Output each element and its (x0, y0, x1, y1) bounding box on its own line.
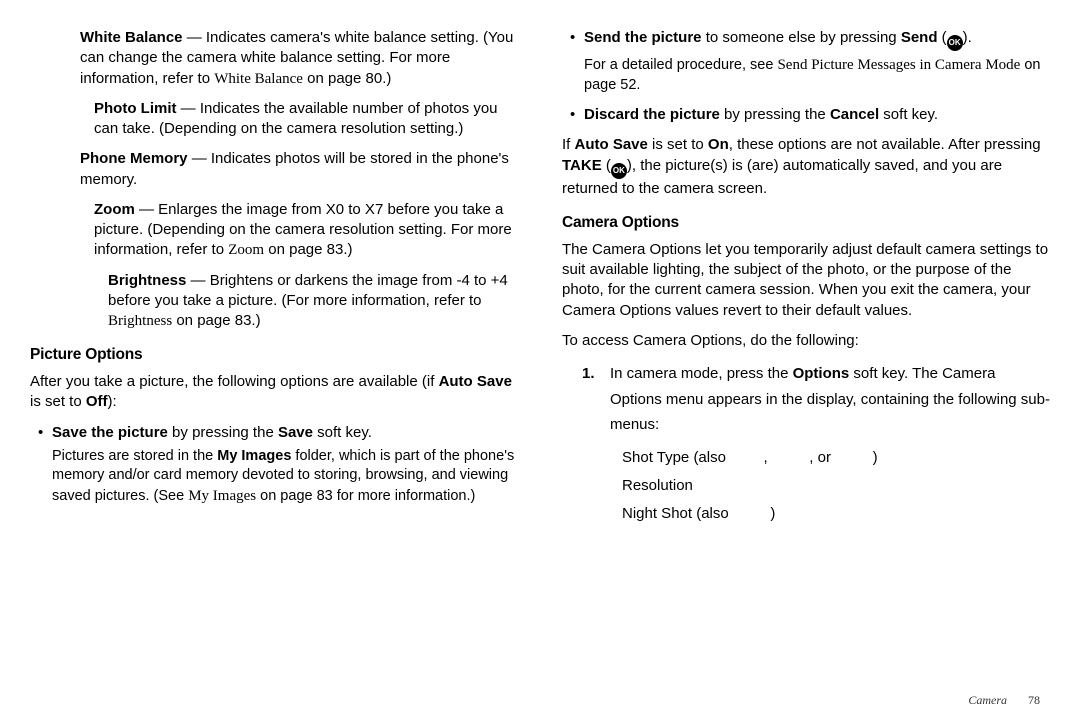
step-1: 1. In camera mode, press the Options sof… (582, 361, 1050, 438)
save-picture-detail: Pictures are stored in the My Images fol… (52, 447, 518, 507)
brightness-item: Brightness — Brightens or darkens the im… (108, 271, 518, 332)
left-column: White Balance — Indicates camera's white… (30, 28, 540, 690)
cross-ref: Zoom (228, 242, 264, 258)
send-picture-detail: For a detailed procedure, see Send Pictu… (584, 55, 1050, 95)
right-column: Send the picture to someone else by pres… (540, 28, 1050, 690)
submenu-list: Shot Type (also , , or ) Resolution Nigh… (622, 448, 1050, 525)
submenu-resolution: Resolution (622, 476, 1050, 496)
page-footer: Camera 78 (968, 692, 1040, 708)
term-label: Brightness (108, 272, 186, 289)
zoom-item: Zoom — Enlarges the image from X0 to X7 … (94, 200, 518, 261)
camera-options-heading: Camera Options (562, 213, 1050, 234)
camera-options-intro: The Camera Options let you temporarily a… (562, 240, 1050, 321)
picture-options-heading: Picture Options (30, 345, 518, 366)
term-tail: on page 80.) (303, 70, 391, 87)
manual-page: White Balance — Indicates camera's white… (0, 0, 1080, 690)
cross-ref: Brightness (108, 313, 172, 329)
term-label: Photo Limit (94, 100, 177, 117)
phone-memory-item: Phone Memory — Indicates photos will be … (80, 149, 518, 190)
photo-limit-item: Photo Limit — Indicates the available nu… (94, 99, 518, 140)
submenu-night-shot: Night Shot (also ) (622, 504, 1050, 524)
term-label: Phone Memory (80, 150, 188, 167)
term-tail: on page 83.) (172, 312, 260, 329)
picture-options-intro: After you take a picture, the following … (30, 372, 518, 413)
white-balance-item: White Balance — Indicates camera's white… (80, 28, 518, 89)
cross-ref: White Balance (214, 71, 303, 87)
ok-icon: OK (611, 163, 627, 179)
send-picture-bullet: Send the picture to someone else by pres… (570, 28, 1050, 51)
submenu-shot-type: Shot Type (also , , or ) (622, 448, 1050, 468)
footer-page-number: 78 (1028, 693, 1040, 707)
camera-options-access: To access Camera Options, do the followi… (562, 331, 1050, 351)
term-tail: on page 83.) (264, 241, 352, 258)
step-number: 1. (582, 361, 595, 387)
discard-picture-bullet: Discard the picture by pressing the Canc… (570, 105, 1050, 125)
auto-save-paragraph: If Auto Save is set to On, these options… (562, 135, 1050, 199)
ok-icon: OK (947, 35, 963, 51)
save-picture-bullet: Save the picture by pressing the Save so… (38, 423, 518, 443)
term-label: White Balance (80, 29, 183, 46)
footer-section: Camera (968, 693, 1007, 707)
term-label: Zoom (94, 201, 135, 218)
